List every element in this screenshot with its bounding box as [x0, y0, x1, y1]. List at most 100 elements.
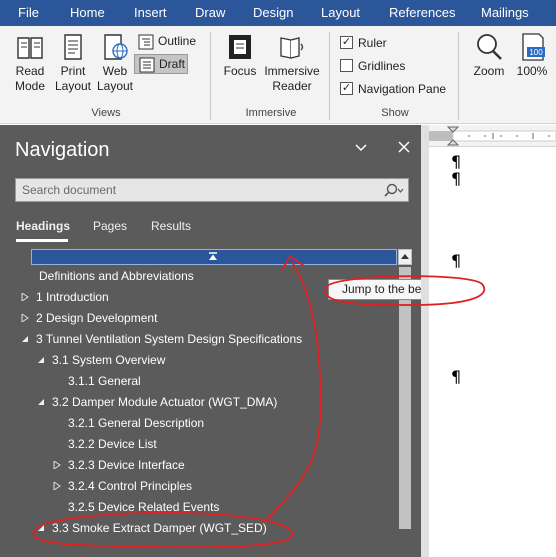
tree-item-label: 3.2 Damper Module Actuator (WGT_DMA) [52, 395, 278, 409]
group-separator [458, 32, 459, 120]
tree-item[interactable]: Definitions and Abbreviations [39, 268, 194, 284]
document-gutter [421, 125, 429, 557]
web-layout-label-1: Web [102, 64, 128, 78]
tab-home[interactable]: Home [70, 5, 105, 20]
collapse-arrow-icon[interactable] [37, 524, 45, 532]
tree-item[interactable]: 3.2.4 Control Principles [53, 478, 192, 494]
read-mode-button[interactable]: Read Mode [8, 32, 52, 94]
jump-to-beginning-button[interactable] [31, 249, 397, 265]
immersive-reader-button[interactable]: Immersive Reader [262, 32, 322, 94]
jump-to-top-icon [209, 252, 217, 260]
tab-results[interactable]: Results [151, 219, 191, 233]
immersive-group-label: Immersive [245, 107, 297, 119]
ribbon: Read Mode Print Layout Web Layout Outlin… [0, 26, 556, 124]
active-tab-indicator [16, 239, 68, 242]
tree-item[interactable]: 1 Introduction [21, 289, 109, 305]
tab-insert[interactable]: Insert [134, 5, 167, 20]
outline-icon [138, 34, 154, 50]
tab-mailings[interactable]: Mailings [481, 5, 529, 20]
outline-button[interactable]: Outline [134, 32, 200, 52]
checkbox-checked-icon: ✓ [340, 36, 353, 49]
magnifier-icon [477, 34, 502, 60]
document-page[interactable]: ¶ ¶ ¶ ¶ [429, 147, 556, 557]
tree-item-label: Definitions and Abbreviations [39, 269, 194, 283]
print-layout-label-1: Print [60, 64, 86, 78]
print-layout-button[interactable]: Print Layout [52, 32, 94, 94]
globe-page-icon [104, 34, 128, 60]
search-box[interactable] [15, 178, 409, 202]
paragraph-mark: ¶ [451, 169, 462, 188]
collapse-arrow-icon[interactable] [37, 356, 45, 364]
tree-item-label: 2 Design Development [36, 311, 158, 325]
immersive-reader-icon [280, 37, 304, 59]
tab-file[interactable]: File [18, 5, 39, 20]
tree-item[interactable]: 3.2 Damper Module Actuator (WGT_DMA) [38, 394, 278, 410]
web-layout-label-2: Layout [96, 79, 134, 93]
tree-item[interactable]: 3.2.3 Device Interface [53, 457, 185, 473]
expand-arrow-icon[interactable] [21, 314, 29, 322]
outline-label: Outline [158, 34, 197, 48]
paragraph-mark: ¶ [451, 367, 462, 386]
zoom-label: Zoom [473, 64, 505, 78]
zoom-100-button[interactable]: 100 100% [512, 32, 552, 79]
tab-design[interactable]: Design [253, 5, 293, 20]
ribbon-tab-bar: File Home Insert Draw Design Layout Refe… [0, 0, 556, 26]
tab-references[interactable]: References [389, 5, 455, 20]
ruler-marks [429, 126, 556, 146]
chevron-down-icon[interactable] [353, 140, 369, 156]
tab-layout[interactable]: Layout [321, 5, 360, 20]
tree-item-label: 3 Tunnel Ventilation System Design Speci… [36, 332, 303, 346]
search-input[interactable] [22, 182, 372, 198]
tree-item-label: 3.2.5 Device Related Events [68, 500, 220, 514]
tree-item[interactable]: 3.2.1 General Description [68, 415, 204, 431]
tree-item-label: 3.1.1 General [68, 374, 141, 388]
draft-button[interactable]: Draft [134, 54, 188, 74]
tab-draw[interactable]: Draw [195, 5, 225, 20]
tree-item-label: 3.2.1 General Description [68, 416, 205, 430]
search-icon[interactable] [382, 183, 404, 198]
views-group-label: Views [91, 107, 121, 119]
draft-icon [139, 57, 155, 73]
scroll-thumb[interactable] [399, 267, 411, 529]
paragraph-mark: ¶ [451, 251, 462, 270]
tree-item[interactable]: 3.3 Smoke Extract Damper (WGT_SED) [38, 520, 267, 536]
checkbox-checked-icon: ✓ [340, 82, 353, 95]
expand-arrow-icon[interactable] [21, 293, 29, 301]
tree-item-label: 3.1 System Overview [52, 353, 166, 367]
tree-item-label: 3.3 Smoke Extract Damper (WGT_SED) [52, 521, 267, 535]
read-mode-label-1: Read [15, 64, 45, 78]
tree-item[interactable]: 3.2.2 Device List [68, 436, 157, 452]
tab-headings[interactable]: Headings [16, 219, 70, 233]
tree-item[interactable]: 3.1 System Overview [38, 352, 166, 368]
tab-pages[interactable]: Pages [93, 219, 127, 233]
scroll-up-button[interactable] [398, 249, 412, 265]
checkbox-unchecked-icon [340, 59, 353, 72]
draft-label: Draft [159, 57, 186, 71]
focus-button[interactable]: Focus [219, 32, 261, 79]
zoom-button[interactable]: Zoom [467, 32, 511, 79]
navigation-pane-checkbox[interactable]: ✓ Navigation Pane [338, 82, 446, 96]
read-mode-label-2: Mode [14, 79, 46, 93]
collapse-arrow-icon[interactable] [37, 398, 45, 406]
ruler-label: Ruler [358, 36, 387, 50]
focus-icon [229, 35, 251, 59]
web-layout-button[interactable]: Web Layout [96, 32, 134, 94]
close-icon[interactable] [396, 139, 412, 155]
navigation-title: Navigation [15, 139, 110, 161]
tree-item[interactable]: 3.2.5 Device Related Events [68, 499, 219, 515]
tree-item[interactable]: 2 Design Development [21, 310, 158, 326]
expand-arrow-icon[interactable] [53, 461, 61, 469]
ruler-checkbox[interactable]: ✓ Ruler [338, 36, 387, 50]
collapse-arrow-icon[interactable] [21, 335, 29, 343]
tree-item[interactable]: 3 Tunnel Ventilation System Design Speci… [22, 331, 303, 347]
group-separator [329, 32, 330, 120]
navigation-pane: Navigation Headings Pages Results Defini… [0, 125, 421, 557]
gridlines-checkbox[interactable]: Gridlines [338, 59, 405, 73]
immersive-reader-label-2: Reader [272, 79, 312, 93]
page-icon [64, 34, 82, 60]
tree-item[interactable]: 3.1.1 General [68, 373, 141, 389]
scroll-up-arrow-icon [401, 254, 409, 259]
tree-item-label: 3.2.3 Device Interface [68, 458, 185, 472]
horizontal-ruler[interactable] [429, 125, 556, 147]
expand-arrow-icon[interactable] [53, 482, 61, 490]
